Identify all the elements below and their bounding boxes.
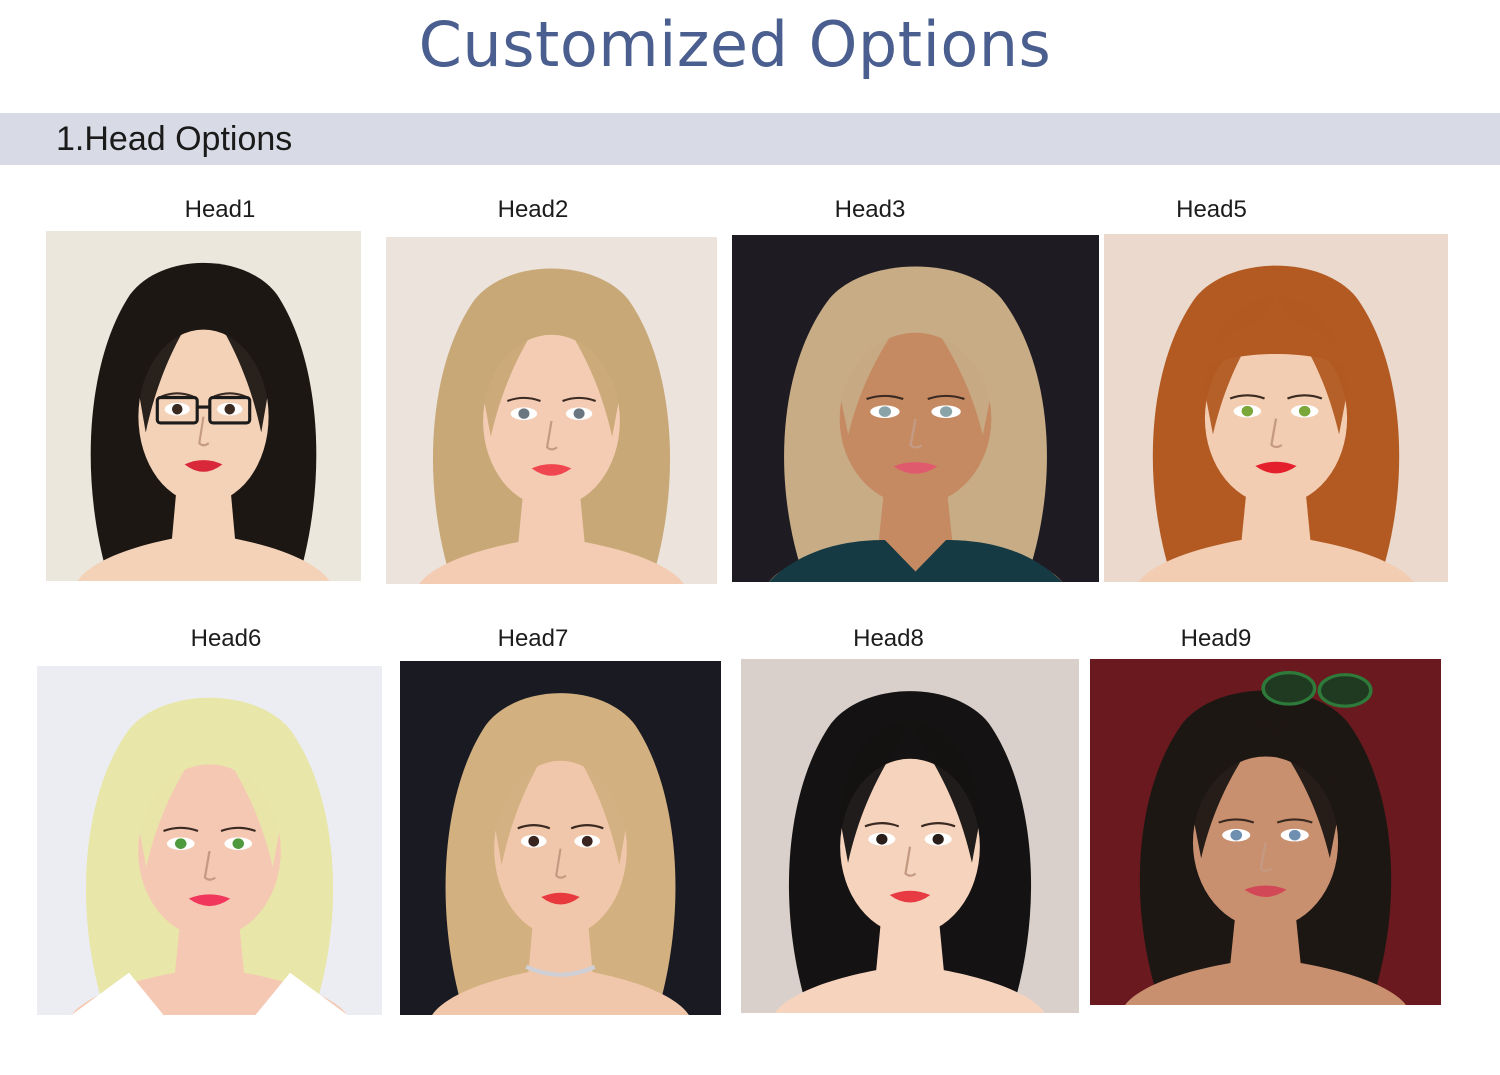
left-iris: [528, 835, 540, 847]
left-iris: [175, 838, 187, 849]
head-photo[interactable]: [732, 235, 1099, 582]
right-iris: [581, 835, 593, 847]
portrait-illustration: [741, 659, 1079, 1013]
sunglasses-right-lens: [1317, 673, 1373, 708]
portrait-illustration: [46, 231, 361, 581]
head-option-7[interactable]: Head7: [400, 625, 722, 1017]
portrait-illustration: [386, 237, 717, 584]
right-iris: [939, 406, 953, 417]
head-label: Head9: [1180, 625, 1252, 652]
head-label: Head3: [834, 196, 906, 223]
right-iris: [224, 403, 235, 415]
left-iris: [1241, 405, 1254, 417]
portrait-illustration: [400, 661, 721, 1015]
section-title: 1.Head Options: [56, 120, 293, 158]
left-iris: [878, 406, 892, 417]
left-iris: [876, 833, 888, 845]
head-option-2[interactable]: Head2: [386, 196, 718, 586]
head-photo[interactable]: [37, 666, 382, 1015]
head-option-5[interactable]: Head5: [1104, 196, 1449, 584]
head-label: Head7: [497, 625, 569, 652]
section-header: 1.Head Options: [0, 113, 1500, 165]
portrait-illustration: [37, 666, 382, 1015]
head-option-8[interactable]: Head8: [741, 625, 1080, 1015]
portrait-illustration: [1104, 234, 1448, 582]
head-photo[interactable]: [400, 661, 721, 1015]
right-iris: [232, 838, 244, 849]
head-label: Head8: [853, 625, 924, 652]
head-photo[interactable]: [1104, 234, 1448, 582]
head-label: Head5: [1176, 196, 1247, 223]
head-photo[interactable]: [46, 231, 361, 581]
portrait-illustration: [1090, 659, 1441, 1005]
head-option-6[interactable]: Head6: [37, 625, 383, 1017]
head-photo[interactable]: [741, 659, 1079, 1013]
head-label: Head1: [184, 196, 256, 223]
left-iris: [518, 408, 530, 419]
right-iris: [573, 408, 585, 419]
page-title: Customized Options: [418, 8, 1052, 81]
sunglasses-left-lens: [1261, 671, 1317, 706]
head-photo[interactable]: [386, 237, 717, 584]
portrait-illustration: [732, 235, 1099, 582]
head-option-3[interactable]: Head3: [732, 196, 1100, 584]
left-iris: [172, 403, 183, 415]
left-iris: [1230, 829, 1243, 841]
head-label: Head2: [497, 196, 569, 223]
right-iris: [1298, 405, 1311, 417]
right-iris: [1288, 829, 1301, 841]
head-option-1[interactable]: Head1: [46, 196, 362, 582]
head-label: Head6: [190, 625, 262, 652]
head-option-9[interactable]: Head9: [1090, 625, 1442, 1007]
right-iris: [932, 833, 944, 845]
head-photo[interactable]: [1090, 659, 1441, 1005]
